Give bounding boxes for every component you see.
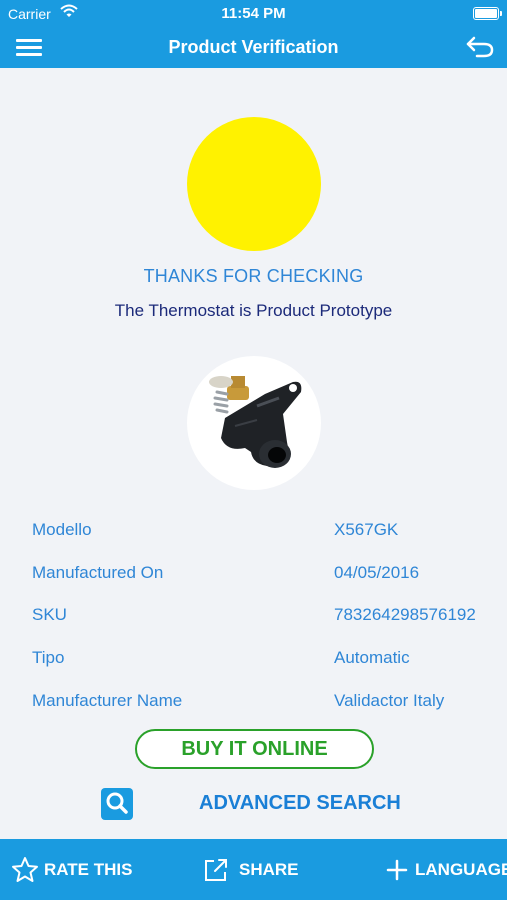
search-icon[interactable] bbox=[101, 788, 133, 820]
detail-label: Modello bbox=[32, 520, 92, 539]
detail-row-manufacturer: Manufacturer Name Validactor Italy bbox=[0, 685, 507, 715]
detail-value: Automatic bbox=[334, 648, 410, 667]
language-button[interactable]: LANGUAGE bbox=[382, 839, 507, 900]
verification-status-indicator bbox=[187, 117, 321, 251]
detail-value: 783264298576192 bbox=[334, 605, 476, 624]
verification-result: The Thermostat is Product Prototype bbox=[114, 301, 393, 320]
detail-row-type: Tipo Automatic bbox=[0, 642, 507, 672]
detail-row-model: Modello X567GK bbox=[0, 514, 507, 544]
detail-row-manufactured-on: Manufactured On 04/05/2016 bbox=[0, 557, 507, 587]
share-label: SHARE bbox=[239, 860, 299, 879]
detail-label: Tipo bbox=[32, 648, 65, 667]
bottom-toolbar: RATE THIS SHARE LANGUAGE bbox=[0, 839, 507, 900]
plus-icon bbox=[386, 859, 408, 881]
rate-this-label: RATE THIS bbox=[44, 860, 133, 879]
share-button[interactable]: SHARE bbox=[201, 839, 311, 900]
clock: 11:54 PM bbox=[221, 5, 286, 22]
rate-this-button[interactable]: RATE THIS bbox=[10, 839, 160, 900]
thermostat-image bbox=[209, 376, 302, 468]
share-icon bbox=[205, 859, 227, 881]
star-icon bbox=[12, 857, 38, 882]
detail-value: Validactor Italy bbox=[334, 691, 445, 710]
product-image bbox=[187, 356, 321, 490]
detail-row-sku: SKU 783264298576192 bbox=[0, 599, 507, 629]
status-bar: Carrier 11:54 PM bbox=[0, 0, 507, 28]
detail-label: SKU bbox=[32, 605, 67, 624]
buy-online-button[interactable]: BUY IT ONLINE bbox=[135, 729, 374, 769]
thanks-message: THANKS FOR CHECKING bbox=[143, 266, 364, 286]
page-title: Product Verification bbox=[168, 37, 339, 57]
undo-back-icon[interactable] bbox=[465, 34, 495, 60]
detail-label: Manufacturer Name bbox=[32, 691, 183, 710]
battery-icon bbox=[473, 7, 502, 20]
detail-value: X567GK bbox=[334, 520, 399, 539]
language-label: LANGUAGE bbox=[415, 860, 507, 879]
advanced-search-link[interactable]: ADVANCED SEARCH bbox=[199, 792, 401, 815]
navigation-bar: Product Verification bbox=[0, 28, 507, 68]
detail-label: Manufactured On bbox=[32, 563, 164, 582]
detail-value: 04/05/2016 bbox=[334, 563, 420, 582]
header-bar: Carrier 11:54 PM Product Verification bbox=[0, 0, 507, 68]
